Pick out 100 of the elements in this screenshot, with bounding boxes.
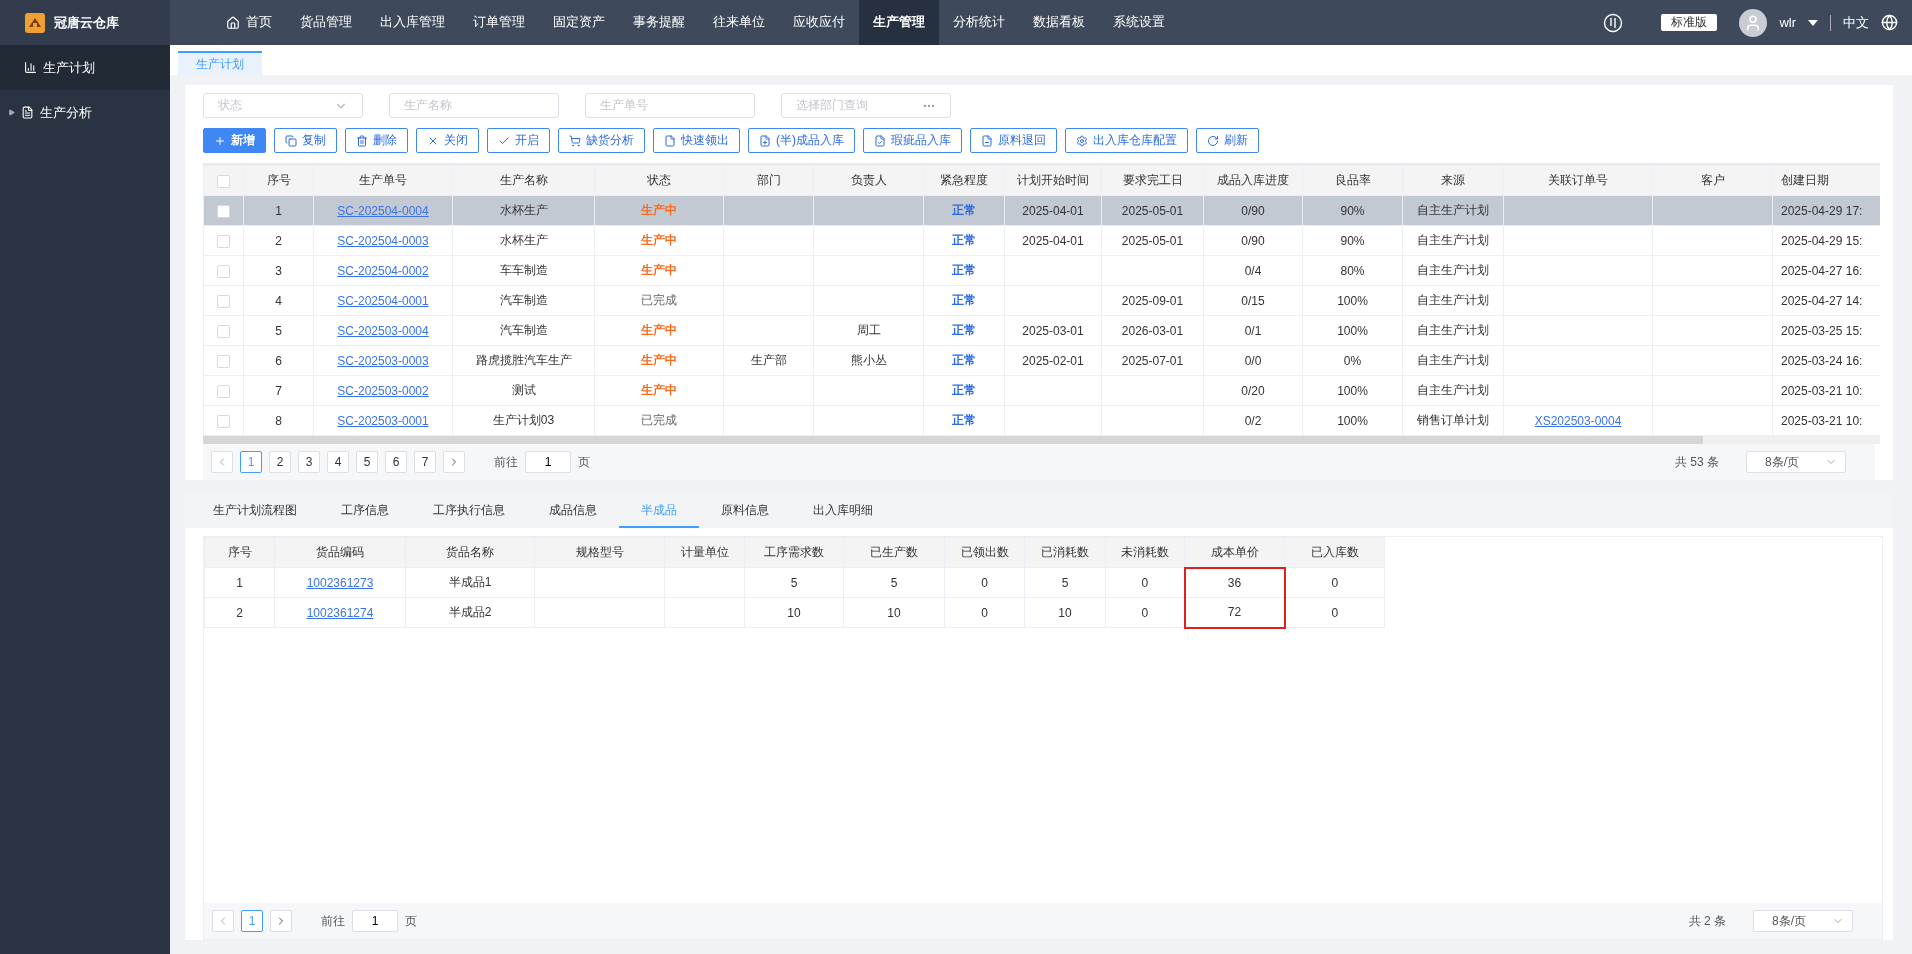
settings-icon [1076,134,1088,147]
table-cell: 2025-03-25 15: [1781,323,1863,338]
table-cell: 生产部 [750,353,787,367]
nav-tab[interactable]: 应收应付 [779,0,859,45]
nav-tab[interactable]: 首页 [212,0,286,45]
toolbar-button[interactable]: 刷新 [1196,128,1259,153]
table-cell: 2025-04-01 [1022,233,1084,248]
row-checkbox[interactable] [217,384,230,398]
table-cell: 1 [275,203,282,218]
goto-label: 前往 [494,453,518,471]
next-page-button[interactable] [270,910,292,932]
nav-tab[interactable]: 往来单位 [699,0,779,45]
row-checkbox[interactable] [217,264,230,278]
column-header: 已消耗数 [1041,545,1089,559]
column-header: 关联订单号 [1548,173,1608,187]
table-cell: 90% [1340,203,1365,218]
status-text: 生产中 [641,263,677,277]
status-text: 生产中 [641,203,677,217]
nav-tab[interactable]: 生产管理 [859,0,939,45]
column-header: 成本单价 [1210,544,1259,559]
urgency-text: 正常 [952,203,976,217]
toolbar-button[interactable]: 原料退回 [970,128,1057,153]
column-header: 已入库数 [1310,545,1359,559]
table-cell: 2025-03-24 16: [1781,353,1863,368]
table-cell: 72 [1227,605,1242,620]
detail-tab[interactable]: 成品信息 [527,494,619,528]
row-checkbox[interactable] [217,414,230,428]
page-button[interactable]: 5 [356,451,378,473]
column-header: 生产单号 [359,173,407,187]
column-header: 成品入库进度 [1217,173,1289,187]
file-check-icon [874,134,886,147]
table-cell: 0 [1331,605,1339,620]
toolbar-button[interactable]: 复制 [274,128,337,153]
caret-icon [8,109,15,116]
urgency-text: 正常 [952,293,976,307]
detail-tab[interactable]: 工序信息 [319,494,411,528]
table-cell: 生产计划03 [492,413,555,427]
table-cell: 36 [1227,575,1242,590]
column-header: 计划开始时间 [1017,173,1089,187]
sidebar-item[interactable]: 生产分析 [0,90,170,135]
globe-icon[interactable] [1881,14,1898,31]
page-button[interactable]: 7 [414,451,436,473]
column-header: 负责人 [850,173,887,187]
status-text: 已完成 [641,413,677,427]
nav-tab[interactable]: 固定资产 [539,0,619,45]
detail-tab[interactable]: 原料信息 [699,494,791,528]
page-button[interactable]: 3 [298,451,320,473]
table-cell: 0/20 [1241,383,1265,398]
goto-page-field[interactable]: 1 [352,910,398,932]
scrollbar-thumb[interactable] [203,436,1703,444]
nav-tab[interactable]: 分析统计 [939,0,1019,45]
page-size-select[interactable]: 8条/页 [1746,451,1846,473]
nav-tab[interactable]: 货品管理 [286,0,366,45]
table-cell: 2 [236,605,243,620]
file-plus-icon [759,134,771,147]
page-size-select[interactable]: 8条/页 [1753,910,1853,932]
language-menu[interactable]: 中文 [1843,13,1869,32]
prev-page-button[interactable] [211,451,233,473]
app-name: 冠唐云仓库 [54,13,119,32]
sidebar-item[interactable]: 生产计划 [0,45,170,90]
table-cell: 0/1 [1244,323,1262,338]
page-button[interactable]: 6 [385,451,407,473]
detail-tab[interactable]: 生产计划流程图 [191,494,319,528]
toolbar-button[interactable]: 关闭 [416,128,479,153]
row-checkbox[interactable] [217,354,230,368]
goto-page-field[interactable]: 1 [525,451,571,473]
column-header: 已生产数 [870,545,918,559]
toolbar-button[interactable]: (半)成品入库 [748,128,855,153]
row-checkbox[interactable] [217,234,230,248]
row-checkbox[interactable] [217,294,230,308]
column-header: 未消耗数 [1121,545,1169,559]
row-checkbox[interactable] [217,324,230,338]
nav-tab[interactable]: 出入库管理 [366,0,459,45]
plus-icon [214,134,226,147]
toolbar-button[interactable]: 出入库仓库配置 [1065,128,1188,153]
nav-tab[interactable]: 订单管理 [459,0,539,45]
nav-tab[interactable]: 事务提醒 [619,0,699,45]
page-button[interactable]: 4 [327,451,349,473]
user-name[interactable]: wlr [1779,15,1796,30]
prev-page-button[interactable] [212,910,234,932]
document-icon [21,106,34,119]
next-page-button[interactable] [443,451,465,473]
toolbar-button[interactable]: 快速领出 [653,128,740,153]
nav-tab[interactable]: 数据看板 [1019,0,1099,45]
toolbar-button[interactable]: 删除 [345,128,408,153]
table-cell: 0 [1141,605,1149,620]
toolbar-button[interactable]: 新增 [203,128,266,153]
detail-tab[interactable]: 工序执行信息 [411,494,527,528]
toolbar-button[interactable]: 缺货分析 [558,128,645,153]
nav-tab[interactable]: 系统设置 [1099,0,1179,45]
detail-tab[interactable]: 出入库明细 [791,494,895,528]
row-checkbox[interactable] [217,204,230,218]
toolbar-button[interactable]: 开启 [487,128,550,153]
toolbar-button[interactable]: 瑕疵品入库 [863,128,962,153]
select-all-checkbox[interactable] [217,174,230,188]
column-header: 序号 [266,173,291,187]
page-button[interactable]: 2 [269,451,291,473]
column-header: 已领出数 [960,545,1009,559]
urgency-text: 正常 [952,383,976,397]
column-header: 生产名称 [499,173,548,187]
